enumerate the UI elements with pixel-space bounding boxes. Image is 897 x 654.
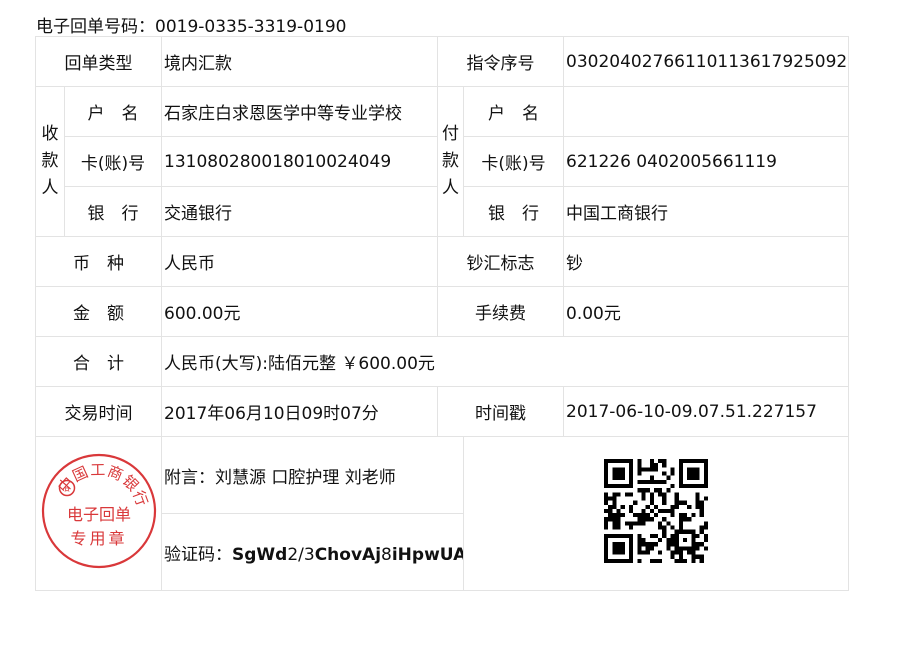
remark-text: 附言：刘慧源 口腔护理 刘老师	[161, 436, 464, 514]
payee-account-label: 卡(账)号	[64, 136, 162, 187]
payee-bank-label: 银 行	[64, 186, 162, 237]
receipt-table: 回单类型 境内汇款 指令序号 0302040276611011361792509…	[35, 36, 849, 591]
order-number-label: 指令序号	[437, 36, 564, 87]
receipt-number: 电子回单号码：0019-0335-3319-0190	[36, 17, 347, 37]
payer-bank-value: 中国工商银行	[563, 186, 849, 237]
fee-label: 手续费	[437, 286, 564, 337]
fee-value: 0.00元	[563, 286, 849, 337]
seal-inner-line2: 专用章	[70, 529, 127, 548]
seal-outer-text: 中国工商银行	[54, 461, 150, 510]
timestamp-label: 时间戳	[437, 386, 564, 437]
payer-account-label: 卡(账)号	[463, 136, 564, 187]
seal-inner-line1: 电子回单	[66, 505, 130, 524]
verification-code-value: SgWd2/3ChovAj8iHpwUAj/gwi3A=	[232, 544, 463, 565]
payer-account-value: 621226 0402005661119	[563, 136, 849, 187]
total-label: 合 计	[35, 336, 162, 387]
verification-code: 验证码：SgWd2/3ChovAj8iHpwUAj/gwi3A=	[161, 513, 464, 591]
receipt-type-label: 回单类型	[35, 36, 162, 87]
transaction-time-label: 交易时间	[35, 386, 162, 437]
qr-code-cell	[463, 436, 849, 591]
payer-name-value	[563, 86, 849, 137]
payee-bank-value: 交通银行	[161, 186, 438, 237]
amount-label: 金 额	[35, 286, 162, 337]
qr-code-icon	[604, 459, 708, 563]
payee-side-label: 收款人	[35, 86, 65, 237]
payer-side-label: 付款人	[437, 86, 464, 237]
amount-value: 600.00元	[161, 286, 438, 337]
seal-icon: ¤ 中国工商银行 电子回单 专用章	[41, 453, 156, 569]
timestamp-value: 2017-06-10-09.07.51.227157	[563, 386, 849, 437]
total-value: 人民币(大写):陆佰元整 ￥600.00元	[161, 336, 849, 387]
receipt-type-value: 境内汇款	[161, 36, 438, 87]
currency-value: 人民币	[161, 236, 438, 287]
payer-bank-label: 银 行	[463, 186, 564, 237]
verification-code-prefix: 验证码：	[164, 544, 232, 565]
cash-flag-label: 钞汇标志	[437, 236, 564, 287]
order-number-value: 030204027661101136179250923	[563, 36, 849, 87]
payee-name-label: 户 名	[64, 86, 162, 137]
payee-name-value: 石家庄白求恩医学中等专业学校	[161, 86, 438, 137]
transaction-time-value: 2017年06月10日09时07分	[161, 386, 438, 437]
svg-text:中国工商银行: 中国工商银行	[54, 461, 151, 510]
currency-label: 币 种	[35, 236, 162, 287]
payee-account-value: 13108028001801002404​9	[161, 136, 438, 187]
payer-name-label: 户 名	[463, 86, 564, 137]
cash-flag-value: 钞	[563, 236, 849, 287]
bank-seal: ¤ 中国工商银行 电子回单 专用章	[35, 436, 162, 591]
